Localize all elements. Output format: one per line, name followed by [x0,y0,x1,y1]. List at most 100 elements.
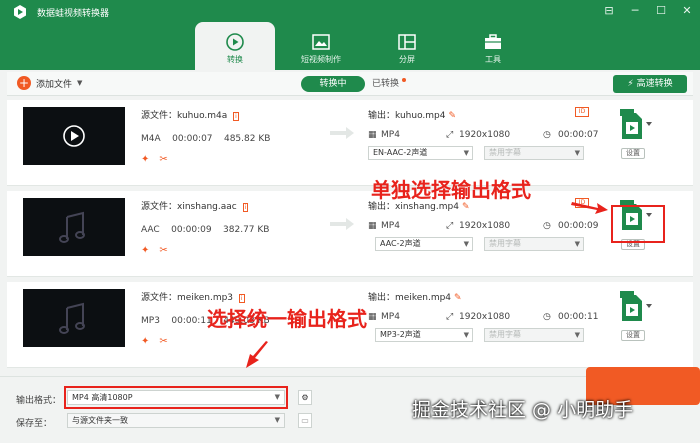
tab-converted[interactable]: 已转换 [372,76,399,92]
source-file: 源文件：kuhuo.m4a i [141,108,239,121]
arrow-right-icon [330,127,354,139]
magic-wand-icon[interactable]: ✦ [141,336,149,347]
output-label: 输出： [368,293,396,303]
annotation-arrow-icon [246,341,268,368]
subtitle-select[interactable]: 禁用字幕 ▼ [484,237,584,251]
source-label: 源文件： [141,293,178,303]
tab-convert[interactable]: 转换 [195,22,275,70]
output-format-picker[interactable] [618,108,654,148]
info-icon[interactable]: i [233,112,239,121]
video-icon: ▦ [368,221,377,231]
audio-thumbnail[interactable] [23,198,125,256]
output-format-picker[interactable] [618,290,654,330]
source-meta: M4A 00:00:07 485.82 KB [141,134,270,144]
source-size: 485.82 KB [223,134,271,144]
fast-convert-button[interactable]: ⚡ 高速转换 [613,75,687,93]
edit-icon[interactable]: ✎ [448,111,456,121]
lightning-icon: ⚡ [627,79,634,89]
settings-button[interactable]: 设置 [621,148,645,159]
maximize-button[interactable]: ☐ [654,4,668,18]
output-duration: 00:00:11 [558,312,599,322]
highlight-box-format-picker [611,205,665,243]
tab-label: 工具 [485,55,501,64]
scissors-icon[interactable]: ✂ [159,154,167,165]
watermark: 掘金技术社区 @ 小明助手 [412,399,634,421]
clock-icon: ◷ [543,312,551,322]
split-screen-icon [398,34,416,50]
folder-icon[interactable]: ▭ [298,413,312,428]
source-file: 源文件：meiken.mp3 i [141,290,245,303]
edit-icon[interactable]: ✎ [462,202,470,212]
video-icon: ▦ [368,312,377,322]
source-filename: xinshang.aac [177,202,237,212]
highlight-box-output-format [64,386,288,409]
convert-icon [226,33,244,51]
toolbar: + 添加文件 ▼ 转换中 已转换 ⚡ 高速转换 [7,72,693,96]
subtitle-value: 禁用字幕 [489,330,521,339]
tab-split-screen[interactable]: 分屏 [367,22,447,70]
chevron-down-icon: ▼ [463,331,469,339]
output-format: MP4 [381,221,400,231]
resolution-icon: ⤢ [446,130,454,140]
save-location-select[interactable]: 与源文件夹一致 ▼ [67,413,285,428]
scissors-icon[interactable]: ✂ [159,245,167,256]
source-filename: meiken.mp3 [177,293,234,303]
audio-track-select[interactable]: MP3-2声道 ▼ [375,328,473,342]
subtitle-select[interactable]: 禁用字幕 ▼ [484,146,584,160]
add-file-label: 添加文件 [36,79,73,90]
scissors-icon[interactable]: ✂ [159,336,167,347]
minimize-button[interactable]: ─ [628,4,642,18]
chevron-down-icon: ▼ [274,416,280,424]
edit-icon[interactable]: ✎ [454,293,462,303]
fast-convert-label: 高速转换 [636,79,673,89]
add-file-button[interactable]: + 添加文件 ▼ [17,76,82,90]
toolbox-icon [485,34,501,49]
chevron-down-icon[interactable]: ▼ [77,79,82,87]
audio-thumbnail[interactable] [23,289,125,347]
source-duration: 00:00:11 [171,316,212,326]
output-filename: meiken.mp4 [395,293,452,303]
output-file: 输出：meiken.mp4 ✎ [368,290,462,303]
chevron-down-icon: ▼ [574,331,580,339]
annotation-unified-format: 选择统一输出格式 [207,307,367,331]
source-format: AAC [141,225,160,235]
mp4-file-icon [620,109,652,139]
source-meta: AAC 00:00:09 382.77 KB [141,225,269,235]
output-resolution: 1920x1080 [459,221,511,231]
chevron-down-icon: ▼ [463,149,469,157]
play-icon[interactable] [23,107,125,165]
feedback-icon[interactable]: ⊟ [602,4,616,18]
output-format: MP4 [381,312,400,322]
video-thumbnail[interactable] [23,107,125,165]
tab-short-video[interactable]: 短视频制作 [281,22,361,70]
output-duration: 00:00:09 [558,221,599,231]
info-icon[interactable]: i [242,203,249,212]
output-format: MP4 [381,130,400,140]
source-filename: kuhuo.m4a [177,111,228,121]
app-title: 数据蛙视频转换器 [37,9,110,19]
chevron-down-icon: ▼ [574,240,580,248]
settings-button[interactable]: 设置 [621,330,645,341]
magic-wand-icon[interactable]: ✦ [141,245,149,256]
output-file: 输出：kuhuo.mp4 ✎ [368,108,456,121]
magic-wand-icon[interactable]: ✦ [141,154,149,165]
audio-track-value: AAC-2声道 [380,239,421,248]
audio-track-select[interactable]: AAC-2声道 ▼ [375,237,473,251]
audio-track-select[interactable]: EN-AAC-2声道 ▼ [368,146,473,160]
format-settings-icon[interactable]: ⚙ [298,390,312,405]
tab-converting[interactable]: 转换中 [301,76,365,92]
chevron-down-icon: ▼ [574,149,580,157]
save-location-value: 与源文件夹一致 [72,416,128,425]
info-icon[interactable]: i [238,294,245,303]
output-label: 输出： [368,111,396,121]
output-format-label: 输出格式： [16,396,62,406]
media-info-icon[interactable]: ID [575,107,589,117]
app-window: 数据蛙视频转换器 ⊟ ─ ☐ ✕ 转换 短视频制作 分屏 工具 + 添加文件 ▼… [0,0,700,443]
close-button[interactable]: ✕ [680,4,694,18]
subtitle-select[interactable]: 禁用字幕 ▼ [484,328,584,342]
tab-tools[interactable]: 工具 [453,22,533,70]
annotation-single-format: 单独选择输出格式 [371,178,531,202]
clock-icon: ◷ [543,221,551,231]
subtitle-value: 禁用字幕 [489,239,521,248]
clock-icon: ◷ [543,130,551,140]
